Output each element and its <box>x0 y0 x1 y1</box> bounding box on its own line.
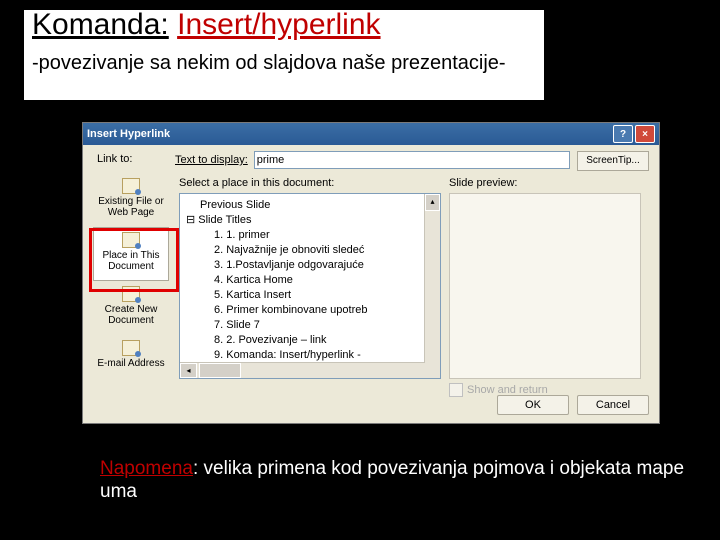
slide-preview-label: Slide preview: <box>449 177 517 189</box>
slide-subtitle: -povezivanje sa nekim od slajdova naše p… <box>32 52 506 75</box>
tree-item[interactable]: 1. 1. primer <box>182 228 438 243</box>
new-doc-icon <box>122 286 140 302</box>
slide: Komanda: Insert/hyperlink -povezivanje s… <box>0 0 720 540</box>
sidebar-item-label: E-mail Address <box>97 358 164 369</box>
tree-item[interactable]: 8. 2. Povezivanje – link <box>182 333 438 348</box>
sidebar-item-existing-file[interactable]: Existing File or Web Page <box>93 173 169 227</box>
title-prefix: Komanda: <box>32 8 169 41</box>
sidebar-item-label: Existing File or Web Page <box>98 196 164 218</box>
tree-item[interactable]: 2. Najvažnije je obnoviti sledeć <box>182 243 438 258</box>
tree-item[interactable]: ⊟ Slide Titles <box>182 213 438 228</box>
linkto-label: Link to: <box>97 153 132 165</box>
linkto-sidebar: Existing File or Web Page Place in This … <box>93 173 169 413</box>
sidebar-item-create-new[interactable]: Create New Document <box>93 281 169 335</box>
display-input[interactable] <box>254 151 570 169</box>
slide-preview-pane <box>449 193 641 379</box>
tree-item[interactable]: 5. Kartica Insert <box>182 288 438 303</box>
page-icon <box>122 178 140 194</box>
tree-item[interactable]: 7. Slide 7 <box>182 318 438 333</box>
tree-item[interactable]: 6. Primer kombinovane upotreb <box>182 303 438 318</box>
ok-button[interactable]: OK <box>497 395 569 415</box>
scroll-thumb[interactable] <box>199 363 241 378</box>
close-icon[interactable]: × <box>635 125 655 143</box>
horizontal-scrollbar[interactable]: ◂ <box>180 362 425 378</box>
tree-item[interactable]: 9. Komanda: Insert/hyperlink - <box>182 348 438 363</box>
vertical-scrollbar[interactable]: ▴ <box>424 194 440 378</box>
tree-item[interactable]: 4. Kartica Home <box>182 273 438 288</box>
display-label: Text to display: <box>175 154 248 166</box>
dialog-caption: Insert Hyperlink <box>87 128 170 140</box>
tree-item[interactable]: 3. 1.Postavljanje odgovarajuće <box>182 258 438 273</box>
select-place-label: Select a place in this document: <box>179 177 334 189</box>
document-tree[interactable]: Previous Slide⊟ Slide Titles1. 1. primer… <box>179 193 441 379</box>
text-to-display-row: Text to display: <box>175 151 570 169</box>
email-icon <box>122 340 140 356</box>
dialog-buttons: OK Cancel <box>497 395 649 415</box>
dialog-titlebar[interactable]: Insert Hyperlink ? × <box>83 123 659 145</box>
tree-item[interactable]: Previous Slide <box>182 198 438 213</box>
sidebar-item-label: Place in This Document <box>102 250 159 272</box>
title-rest: Insert/hyperlink <box>177 8 380 41</box>
note-keyword: Napomena <box>100 458 193 479</box>
show-return-checkbox[interactable] <box>449 383 463 397</box>
cancel-button[interactable]: Cancel <box>577 395 649 415</box>
document-icon <box>122 232 140 248</box>
dialog-body: Link to: Text to display: ScreenTip... E… <box>83 145 659 423</box>
note-text: Napomena: velika primena kod povezivanja… <box>100 458 720 504</box>
help-icon[interactable]: ? <box>613 125 633 143</box>
sidebar-item-place-in-document[interactable]: Place in This Document <box>93 227 169 281</box>
insert-hyperlink-dialog: Insert Hyperlink ? × Link to: Text to di… <box>82 122 660 424</box>
screentip-button[interactable]: ScreenTip... <box>577 151 649 171</box>
scroll-up-icon[interactable]: ▴ <box>425 194 440 211</box>
slide-title: Komanda: Insert/hyperlink <box>32 8 381 42</box>
scroll-left-icon[interactable]: ◂ <box>180 363 197 378</box>
sidebar-item-email[interactable]: E-mail Address <box>93 335 169 389</box>
sidebar-item-label: Create New Document <box>105 304 158 326</box>
